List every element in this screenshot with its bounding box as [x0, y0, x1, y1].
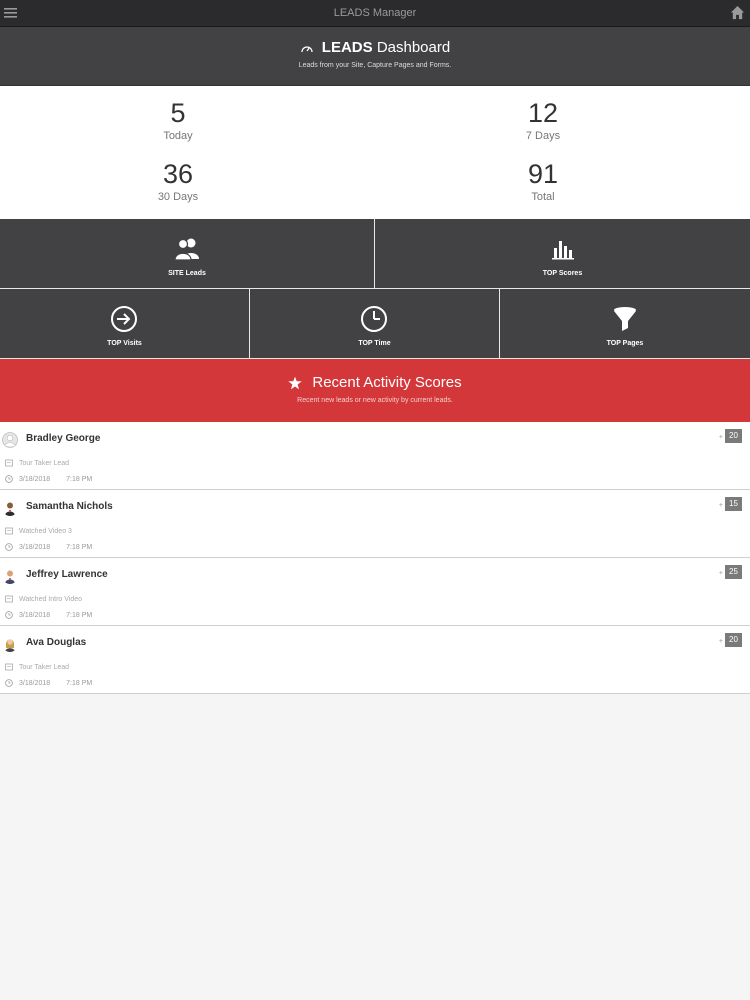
tiles-row-2: TOP Visits TOP Time TOP Pages	[0, 289, 750, 359]
stat-label: 30 Days	[157, 191, 199, 203]
clock-small-icon	[5, 611, 13, 619]
recent-activity-subtitle: Recent new leads or new activity by curr…	[297, 397, 453, 404]
tile-label: TOP Time	[358, 340, 391, 347]
top-scores-tile[interactable]: TOP Scores	[375, 219, 750, 289]
activity-action: Tour Taker Lead	[5, 459, 69, 467]
note-icon	[5, 459, 13, 467]
top-time-tile[interactable]: TOP Time	[249, 289, 500, 359]
recent-activity-title-text: Recent Activity Scores	[312, 374, 462, 391]
recent-activity-title: Recent Activity Scores	[0, 374, 750, 391]
activity-action: Tour Taker Lead	[5, 663, 69, 671]
avatar	[2, 568, 18, 584]
activity-date: 3/18/2018	[19, 679, 51, 687]
home-icon[interactable]	[730, 5, 745, 20]
activity-time: 7:18 PM	[66, 611, 93, 619]
score-plus: +	[718, 502, 723, 509]
lead-name[interactable]: Jeffrey Lawrence	[26, 569, 108, 580]
avatar-placeholder-icon	[2, 432, 18, 448]
score-plus: +	[718, 638, 723, 645]
activity-action-text: Watched Video 3	[19, 527, 72, 535]
list-item[interactable]: Samantha Nichols Watched Video 3 3/18/20…	[0, 490, 750, 558]
activity-timestamp: 3/18/2018 7:18 PM	[5, 543, 92, 551]
activity-action-text: Tour Taker Lead	[19, 663, 70, 671]
lead-name[interactable]: Bradley George	[26, 433, 100, 444]
stat-30-days: 36 30 Days	[88, 159, 268, 203]
avatar	[2, 636, 18, 652]
score-badge[interactable]: 20	[725, 633, 742, 647]
score-plus: +	[718, 434, 723, 441]
score-badge[interactable]: 15	[725, 497, 742, 511]
clock-icon	[361, 306, 388, 332]
score-plus: +	[718, 570, 723, 577]
clock-small-icon	[5, 543, 13, 551]
stat-total: 91 Total	[453, 159, 633, 203]
bar-chart-icon	[551, 241, 574, 260]
stat-label: Total	[531, 191, 555, 203]
activity-timestamp: 3/18/2018 7:18 PM	[5, 475, 92, 483]
tile-label: TOP Visits	[107, 340, 142, 347]
site-leads-tile[interactable]: SITE Leads	[0, 219, 375, 289]
speedometer-icon	[301, 45, 313, 52]
stat-label: 7 Days	[525, 130, 561, 142]
users-icon	[174, 238, 199, 261]
activity-date: 3/18/2018	[19, 475, 51, 483]
activity-time: 7:18 PM	[66, 679, 93, 687]
activity-action: Watched Video 3	[5, 527, 72, 535]
stat-value: 36	[162, 159, 194, 189]
stat-7-days: 12 7 Days	[453, 98, 633, 142]
lead-name[interactable]: Ava Douglas	[26, 637, 86, 648]
app-title: LEADS Manager	[333, 7, 417, 19]
activity-list: Bradley George Tour Taker Lead 3/18/2018…	[0, 422, 750, 694]
stat-value: 5	[170, 98, 186, 128]
avatar	[2, 500, 18, 516]
activity-time: 7:18 PM	[66, 475, 93, 483]
activity-timestamp: 3/18/2018 7:18 PM	[5, 679, 92, 687]
activity-date: 3/18/2018	[19, 611, 51, 619]
activity-action-text: Watched Intro Video	[19, 595, 83, 603]
score-badge[interactable]: 25	[725, 565, 742, 579]
clock-small-icon	[5, 679, 13, 687]
dashboard-title: LEADS Dashboard	[0, 39, 750, 56]
list-item[interactable]: Jeffrey Lawrence Watched Intro Video 3/1…	[0, 558, 750, 626]
list-item[interactable]: Ava Douglas Tour Taker Lead 3/18/2018 7:…	[0, 626, 750, 694]
dashboard-header: LEADS Dashboard Leads from your Site, Ca…	[0, 27, 750, 86]
stats-panel: 5 Today 12 7 Days 36 30 Days 91 Total	[0, 86, 750, 219]
note-icon	[5, 595, 13, 603]
tile-label: TOP Scores	[542, 270, 583, 277]
top-pages-tile[interactable]: TOP Pages	[499, 289, 750, 359]
stat-label: Today	[163, 130, 193, 142]
tile-label: SITE Leads	[168, 270, 206, 277]
score-badge[interactable]: 20	[725, 429, 742, 443]
note-icon	[5, 663, 13, 671]
activity-time: 7:18 PM	[66, 543, 93, 551]
sign-in-arrow-icon	[111, 306, 138, 332]
note-icon	[5, 527, 13, 535]
tiles-row-1: SITE Leads TOP Scores	[0, 219, 750, 289]
activity-timestamp: 3/18/2018 7:18 PM	[5, 611, 92, 619]
top-bar: LEADS Manager	[0, 0, 750, 27]
lead-name[interactable]: Samantha Nichols	[26, 501, 113, 512]
dashboard-title-bold: LEADS	[321, 39, 373, 56]
activity-action: Watched Intro Video	[5, 595, 82, 603]
activity-action-text: Tour Taker Lead	[19, 459, 70, 467]
stat-today: 5 Today	[88, 98, 268, 142]
tile-label: TOP Pages	[606, 340, 644, 347]
activity-date: 3/18/2018	[19, 543, 51, 551]
star-icon	[288, 376, 303, 389]
clock-small-icon	[5, 475, 13, 483]
dashboard-title-rest: Dashboard	[376, 39, 451, 56]
list-item[interactable]: Bradley George Tour Taker Lead 3/18/2018…	[0, 422, 750, 490]
top-visits-tile[interactable]: TOP Visits	[0, 289, 250, 359]
funnel-icon	[613, 307, 636, 331]
stat-value: 12	[527, 98, 559, 128]
stat-value: 91	[527, 159, 559, 189]
dashboard-subtitle: Leads from your Site, Capture Pages and …	[298, 62, 452, 69]
recent-activity-banner: Recent Activity Scores Recent new leads …	[0, 359, 750, 422]
